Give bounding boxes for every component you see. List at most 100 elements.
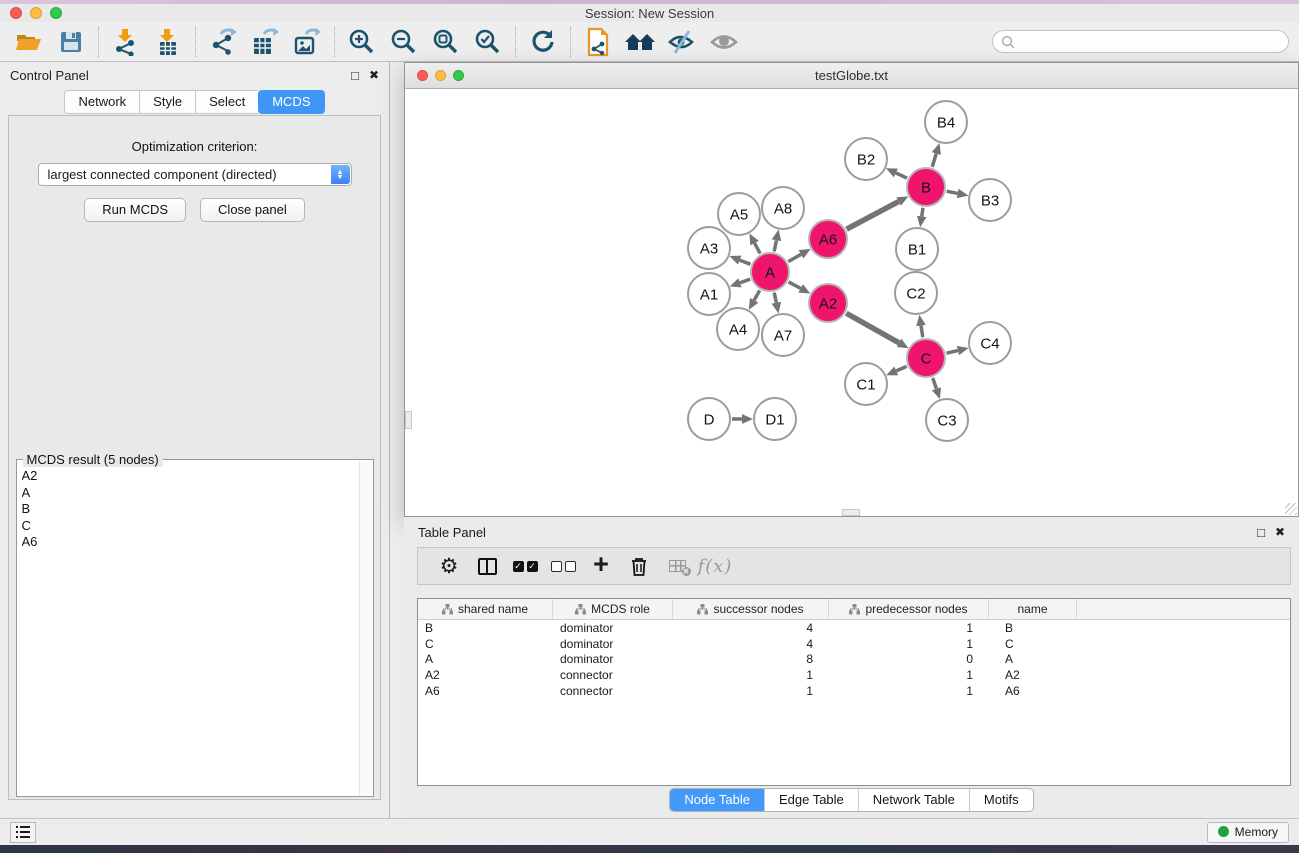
table-cell[interactable]: A2 [989,667,1077,683]
tab-motifs[interactable]: Motifs [969,789,1033,811]
table-row[interactable]: Adominator80A [418,652,1290,668]
delete-column-button[interactable] [620,556,658,577]
table-row[interactable]: Bdominator41B [418,620,1290,636]
table-cell[interactable]: 0 [829,652,989,668]
edge-B-B2[interactable] [896,173,907,178]
node-B3[interactable]: B3 [969,179,1011,221]
open-session-button[interactable] [8,25,50,59]
table-cell[interactable]: 1 [829,620,989,636]
table-cell[interactable]: connector [553,683,673,699]
mcds-result-item[interactable]: A2 [22,468,358,485]
tab-network-table[interactable]: Network Table [858,789,969,811]
splitter-handle[interactable] [842,509,860,516]
tab-mcds[interactable]: MCDS [258,90,324,114]
mcds-result-item[interactable]: C [22,518,358,535]
column-header-name[interactable]: name [989,599,1077,619]
table-cell[interactable]: B [989,620,1077,636]
node-C2[interactable]: C2 [895,272,937,314]
edge-C-C3[interactable] [933,378,937,389]
function-builder-button[interactable]: f(x) [696,556,734,577]
search-field[interactable] [992,30,1289,53]
table-cell[interactable]: A [418,652,553,668]
float-panel-icon[interactable]: □ [1257,526,1265,539]
table-row[interactable]: A2connector11A2 [418,667,1290,683]
node-A8[interactable]: A8 [762,187,804,229]
zoom-out-button[interactable] [383,25,425,59]
table-cell[interactable]: A6 [989,683,1077,699]
table-cell[interactable]: 8 [673,652,829,668]
node-C4[interactable]: C4 [969,322,1011,364]
select-all-button[interactable]: ✓✓ [506,561,544,572]
run-mcds-button[interactable]: Run MCDS [84,198,186,222]
close-panel-button[interactable]: Close panel [200,198,305,222]
node-A6[interactable]: A6 [809,220,847,258]
node-D1[interactable]: D1 [754,398,796,440]
splitter-handle[interactable] [405,411,412,429]
clone-network-button[interactable] [577,25,619,59]
node-B4[interactable]: B4 [925,101,967,143]
export-image-button[interactable] [286,25,328,59]
table-cell[interactable]: 4 [673,620,829,636]
table-cell[interactable]: 1 [829,667,989,683]
table-cell[interactable]: connector [553,667,673,683]
edge-A-A1[interactable] [740,279,750,283]
save-session-button[interactable] [50,25,92,59]
table-cell[interactable]: C [989,636,1077,652]
table-cell[interactable]: 1 [673,683,829,699]
edge-B-B3[interactable] [947,191,958,193]
zoom-in-button[interactable] [341,25,383,59]
table-cell[interactable]: C [418,636,553,652]
table-cell[interactable]: A [989,652,1077,668]
delete-table-button[interactable] [658,560,696,572]
search-input[interactable] [1019,34,1269,49]
node-A[interactable]: A [751,253,789,291]
table-cell[interactable]: 4 [673,636,829,652]
node-A2[interactable]: A2 [809,284,847,322]
tab-style[interactable]: Style [139,90,195,114]
edge-A-A6[interactable] [788,254,801,261]
add-column-button[interactable]: + [582,554,620,578]
memory-button[interactable]: Memory [1207,822,1289,843]
edge-C-C2[interactable] [921,326,923,338]
home-button[interactable] [619,25,661,59]
column-header-MCDS-role[interactable]: MCDS role [553,599,673,619]
task-history-button[interactable] [10,822,36,843]
mcds-result-item[interactable]: B [22,501,358,518]
mcds-result-item[interactable]: A6 [22,534,358,551]
mcds-result-item[interactable]: A [22,485,358,502]
node-A3[interactable]: A3 [688,227,730,269]
export-table-button[interactable] [244,25,286,59]
table-settings-button[interactable]: ⚙ [430,556,468,577]
node-B[interactable]: B [907,168,945,206]
refresh-button[interactable] [522,25,564,59]
network-canvas[interactable]: B4B2BB3A5A8A6B1A3AC2A1A2A4A7C4CC1C3DD1 [405,90,1298,516]
tab-node-table[interactable]: Node Table [670,789,764,811]
table-cell[interactable]: B [418,620,553,636]
node-D[interactable]: D [688,398,730,440]
tab-select[interactable]: Select [195,90,258,114]
edge-A-A3[interactable] [740,260,751,264]
edge-A-A2[interactable] [789,282,801,288]
zoom-selected-button[interactable] [467,25,509,59]
table-cell[interactable]: dominator [553,620,673,636]
edge-A6-B[interactable] [847,202,899,230]
edge-B-B4[interactable] [932,154,936,167]
tab-network[interactable]: Network [64,90,139,114]
table-cell[interactable]: 1 [829,636,989,652]
edge-A-A8[interactable] [774,240,776,251]
tab-edge-table[interactable]: Edge Table [764,789,858,811]
node-B2[interactable]: B2 [845,138,887,180]
table-cell[interactable]: 1 [829,683,989,699]
mcds-result-scrollbar[interactable] [359,461,372,795]
network-window-titlebar[interactable]: testGlobe.txt [405,63,1298,89]
edge-C-C4[interactable] [946,351,957,354]
table-row[interactable]: Cdominator41C [418,636,1290,652]
resize-grip[interactable] [1285,503,1297,515]
show-eye-button[interactable] [703,25,745,59]
import-table-button[interactable] [147,25,189,59]
close-panel-icon[interactable]: ✖ [1275,526,1285,538]
criterion-dropdown[interactable]: largest connected component (directed) ▲… [38,163,352,186]
float-panel-icon[interactable]: □ [351,69,359,82]
close-panel-icon[interactable]: ✖ [369,69,379,81]
node-C1[interactable]: C1 [845,363,887,405]
